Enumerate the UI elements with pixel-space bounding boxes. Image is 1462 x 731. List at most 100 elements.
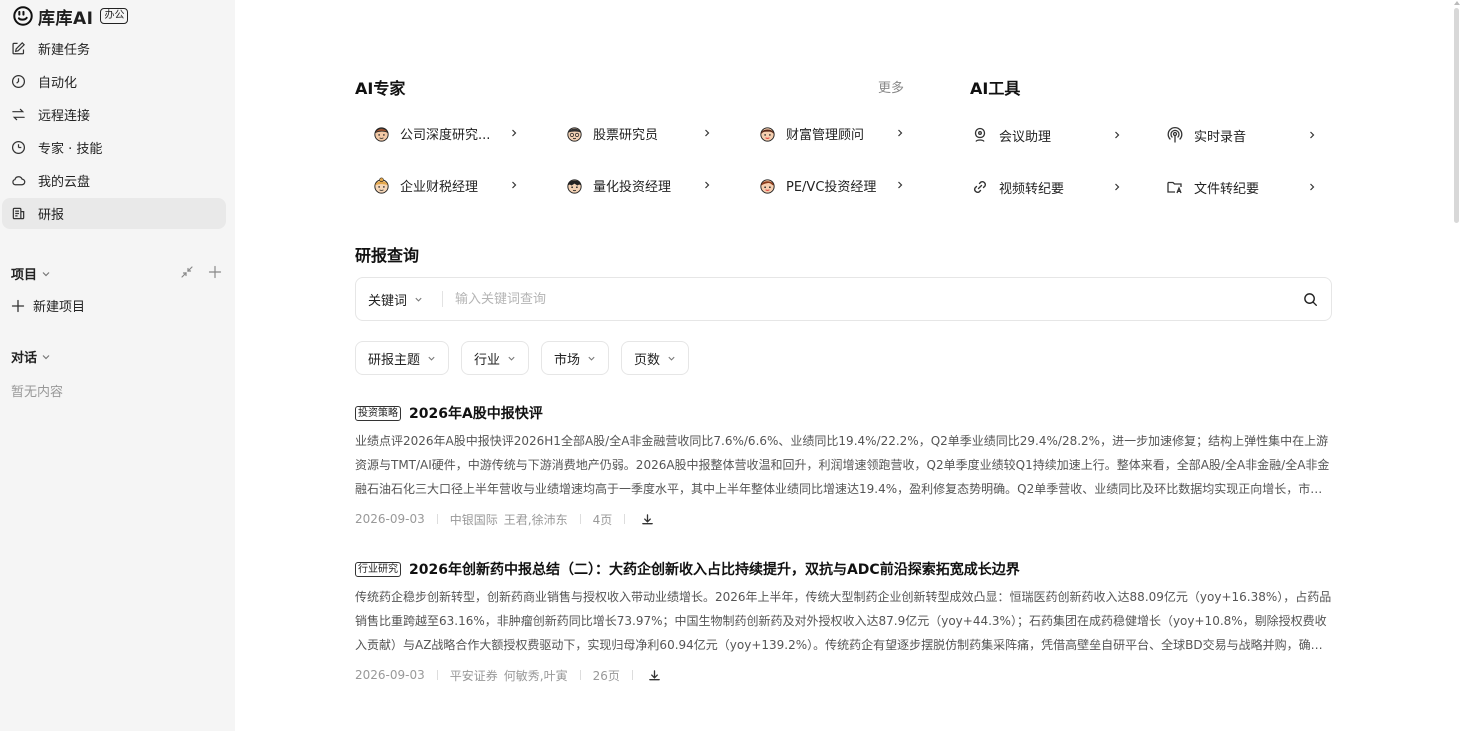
chats-section-toggle[interactable]: 对话 bbox=[11, 347, 51, 366]
meta-divider bbox=[631, 670, 633, 680]
search-type-dropdown[interactable]: 关键词 bbox=[356, 290, 442, 309]
expert-avatar-icon bbox=[760, 126, 775, 142]
timer-icon bbox=[11, 140, 26, 155]
report-title[interactable]: 2026年创新药中报总结（二）：大药企创新收入占比持续提升，双抗与ADC前沿探索… bbox=[409, 559, 1020, 579]
scrollbar-thumb[interactable] bbox=[1454, 8, 1459, 223]
sidebar-item-experts-skills[interactable]: 专家 · 技能 bbox=[2, 132, 226, 163]
projects-label: 项目 bbox=[11, 268, 38, 283]
tool-live-recording[interactable]: 实时录音 bbox=[1166, 123, 1316, 147]
report-abstract: 传统药企稳步创新转型，创新药商业销售与授权收入带动业绩增长。2026年上半年，传… bbox=[355, 590, 1332, 652]
report-search-title: 研报查询 bbox=[355, 246, 420, 265]
report-meta: 2026-09-03 平安证券 何敏秀,叶寅 26页 bbox=[355, 665, 1332, 685]
chevron-right-icon bbox=[1310, 183, 1315, 191]
report-tag: 投资策略 bbox=[355, 405, 401, 421]
expert-company-research[interactable]: 公司深度研究... bbox=[372, 121, 518, 145]
tool-meeting-assistant[interactable]: 会议助理 bbox=[971, 123, 1121, 147]
report-meta: 2026-09-03 中银国际 王君,徐沛东 4页 bbox=[355, 509, 1332, 529]
chevron-right-icon bbox=[705, 181, 710, 189]
app-name: 库库AI bbox=[38, 8, 94, 29]
smiley-logo-icon bbox=[13, 6, 33, 26]
expert-label: PE/VC投资经理 bbox=[786, 179, 877, 195]
expert-avatar-icon bbox=[374, 177, 389, 194]
report-date: 2026-09-03 bbox=[355, 668, 425, 682]
sidebar-item-reports[interactable]: 研报 bbox=[2, 198, 226, 229]
new-project-button[interactable]: 新建项目 bbox=[11, 296, 85, 315]
report-tag: 行业研究 bbox=[355, 561, 401, 577]
report-pages: 26页 bbox=[592, 668, 620, 683]
chevron-down-icon bbox=[415, 297, 422, 302]
report-date: 2026-09-03 bbox=[355, 512, 425, 526]
collapse-icon[interactable] bbox=[180, 265, 194, 279]
report-icon bbox=[12, 207, 25, 220]
filter-market[interactable]: 市场 bbox=[541, 341, 610, 375]
sidebar-item-remote[interactable]: 远程连接 bbox=[2, 99, 226, 130]
chevron-down-icon bbox=[588, 356, 595, 361]
expert-avatar-icon bbox=[374, 126, 389, 142]
broadcast-icon bbox=[1167, 127, 1183, 143]
experts-more-link[interactable]: 更多 bbox=[878, 77, 904, 96]
sidebar-item-label: 自动化 bbox=[38, 76, 78, 91]
meta-divider bbox=[436, 670, 438, 680]
chevron-right-icon bbox=[898, 129, 903, 137]
expert-label: 股票研究员 bbox=[593, 127, 659, 143]
search-input[interactable] bbox=[443, 291, 1303, 307]
filter-label: 研报主题 bbox=[368, 352, 421, 368]
link-icon bbox=[974, 181, 986, 193]
chevron-down-icon bbox=[668, 356, 675, 361]
tool-label: 会议助理 bbox=[999, 129, 1052, 145]
filter-topic[interactable]: 研报主题 bbox=[355, 341, 450, 375]
sidebar-item-label: 专家 · 技能 bbox=[38, 142, 103, 157]
filter-pages[interactable]: 页数 bbox=[621, 341, 690, 375]
sidebar-item-new-task[interactable]: 新建任务 bbox=[2, 33, 226, 64]
meta-divider bbox=[579, 514, 581, 524]
expert-quant-manager[interactable]: 量化投资经理 bbox=[565, 173, 711, 197]
expert-label: 量化投资经理 bbox=[593, 179, 672, 195]
chats-label: 对话 bbox=[11, 351, 38, 366]
tool-label: 视频转纪要 bbox=[999, 181, 1065, 197]
tool-video-to-minutes[interactable]: 视频转纪要 bbox=[971, 175, 1121, 199]
sidebar-item-cloud[interactable]: 我的云盘 bbox=[2, 165, 226, 196]
chevron-right-icon bbox=[512, 129, 517, 137]
download-button[interactable] bbox=[637, 509, 657, 529]
filter-label: 市场 bbox=[554, 352, 581, 368]
tools-title: AI工具 bbox=[970, 79, 1021, 98]
chevron-down-icon bbox=[42, 271, 50, 276]
tool-file-to-minutes[interactable]: 文件转纪要 bbox=[1166, 175, 1316, 199]
report-item[interactable]: 投资策略 2026年A股中报快评 业绩点评2026年A股中报快评2026H1全部… bbox=[355, 403, 1332, 529]
report-title[interactable]: 2026年A股中报快评 bbox=[409, 403, 543, 423]
add-project-icon[interactable] bbox=[208, 265, 222, 279]
expert-avatar-icon bbox=[760, 178, 775, 194]
chevron-right-icon bbox=[1115, 183, 1120, 191]
sidebar-item-automation[interactable]: 自动化 bbox=[2, 66, 226, 97]
expert-label: 财富管理顾问 bbox=[786, 127, 865, 143]
filter-label: 行业 bbox=[474, 352, 501, 368]
expert-avatar-icon bbox=[567, 178, 582, 194]
report-authors: 何敏秀,叶寅 bbox=[503, 668, 568, 683]
new-project-label: 新建项目 bbox=[33, 300, 86, 315]
download-button[interactable] bbox=[645, 665, 665, 685]
experts-title: AI专家 bbox=[355, 79, 406, 98]
search-icon[interactable] bbox=[1303, 292, 1318, 307]
chevron-down-icon bbox=[428, 356, 435, 361]
projects-section-toggle[interactable]: 项目 bbox=[11, 264, 51, 283]
cloud-icon bbox=[12, 176, 26, 186]
chevron-down-icon bbox=[42, 354, 50, 359]
chats-empty-text: 暂无内容 bbox=[11, 385, 64, 400]
plus-icon bbox=[11, 299, 25, 312]
report-title-row: 行业研究 2026年创新药中报总结（二）：大药企创新收入占比持续提升，双抗与AD… bbox=[355, 559, 1332, 579]
expert-tax-manager[interactable]: 企业财税经理 bbox=[372, 173, 518, 197]
folder-icon bbox=[1167, 181, 1182, 194]
report-org: 平安证券 bbox=[449, 668, 498, 683]
scroll-up-arrow-icon[interactable] bbox=[1454, 0, 1460, 6]
edit-icon bbox=[12, 42, 25, 55]
sidebar-item-label: 研报 bbox=[38, 208, 65, 223]
main-scrollbar[interactable] bbox=[1454, 0, 1460, 731]
expert-stock-researcher[interactable]: 股票研究员 bbox=[565, 121, 711, 145]
report-abstract: 业绩点评2026年A股中报快评2026H1全部A股/全A非金融营收同比7.6%/… bbox=[355, 434, 1330, 496]
report-item[interactable]: 行业研究 2026年创新药中报总结（二）：大药企创新收入占比持续提升，双抗与AD… bbox=[355, 559, 1332, 685]
expert-pevc-manager[interactable]: PE/VC投资经理 bbox=[758, 173, 904, 197]
app-logo[interactable]: 库库AI 办公 bbox=[12, 4, 129, 29]
expert-wealth-advisor[interactable]: 财富管理顾问 bbox=[758, 121, 904, 145]
filter-industry[interactable]: 行业 bbox=[461, 341, 530, 375]
clock-icon bbox=[11, 74, 26, 89]
